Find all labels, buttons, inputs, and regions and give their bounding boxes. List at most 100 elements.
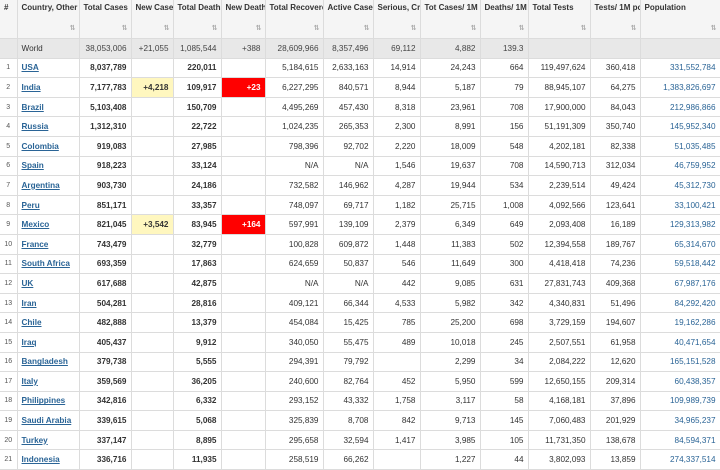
country-cell: Italy [17,371,80,392]
total-cases-cell: 5,103,408 [79,97,132,118]
country-link[interactable]: Philippines [22,396,66,405]
table-row: 1 USA 8,037,789 220,011 5,184,615 2,633,163 14… [0,58,720,79]
country-link[interactable]: Italy [22,377,38,386]
new-deaths-cell: +164 [221,214,266,235]
country-link[interactable]: Mexico [22,220,50,229]
population-cell: 51,035,485 [640,136,720,157]
total-deaths-cell: 6,332 [173,391,222,412]
header-deaths-per-1m[interactable]: Deaths/ 1M pop⇅ [480,0,529,39]
table-row: 16 Bangladesh 379,738 5,555 294,391 79,792 2,2… [0,352,720,373]
table-row: 17 Italy 359,569 36,205 240,600 82,764 452 5,95… [0,371,720,392]
new-cases-cell [131,273,174,294]
rank-cell: 17 [0,371,18,392]
header-new-cases[interactable]: New Cases⇅ [131,0,174,39]
total-cases-cell: 617,688 [79,273,132,294]
cases-per-1m-cell: 2,299 [420,352,481,373]
new-deaths-cell [221,312,266,333]
header-new-deaths[interactable]: New Deaths⇅ [221,0,266,39]
sort-icon[interactable]: ⇅ [164,23,170,34]
serious-cell: 4,533 [373,293,421,314]
population-cell: 1,383,826,697 [640,77,720,98]
rank-cell: 16 [0,352,18,373]
country-link[interactable]: Colombia [22,142,59,151]
country-link[interactable]: Iraq [22,338,37,347]
country-cell: Chile [17,312,80,333]
sort-icon[interactable]: ⇅ [70,23,76,34]
country-link[interactable]: South Africa [22,259,70,268]
total-deaths-cell: 150,709 [173,97,222,118]
tests-per-1m-cell: 82,338 [590,136,641,157]
total-tests-cell: 12,650,155 [528,371,591,392]
country-cell: Turkey [17,430,80,451]
country-link[interactable]: Brazil [22,103,44,112]
active-cases-cell: 82,764 [323,371,374,392]
deaths-per-1m-cell: 502 [480,234,529,255]
country-link[interactable]: Turkey [22,436,48,445]
header-total-recovered[interactable]: Total Recovered⇅ [265,0,324,39]
header-cases-per-1m[interactable]: Tot Cases/ 1M pop⇅ [420,0,481,39]
sort-icon[interactable]: ⇅ [256,23,262,34]
sort-icon[interactable]: ⇅ [411,23,417,34]
country-link[interactable]: USA [22,63,39,72]
country-link[interactable]: Argentina [22,181,60,190]
country-link[interactable]: UK [22,279,34,288]
total-tests-cell: 17,900,000 [528,97,591,118]
total-tests-cell: 14,590,713 [528,156,591,177]
deaths-per-1m-cell: 105 [480,430,529,451]
new-cases-cell: +21,055 [131,38,174,59]
sort-icon[interactable]: ⇅ [711,23,717,34]
sort-icon[interactable]: ⇅ [519,23,525,34]
population-cell: 65,314,670 [640,234,720,255]
country-link[interactable]: Peru [22,201,40,210]
total-recovered-cell: 4,495,269 [265,97,324,118]
table-row: 5 Colombia 919,083 27,985 798,396 92,702 2,220… [0,136,720,157]
new-cases-cell [131,254,174,275]
tests-per-1m-cell: 12,620 [590,352,641,373]
total-cases-cell: 504,281 [79,293,132,314]
deaths-per-1m-cell: 34 [480,352,529,373]
header-total-deaths[interactable]: Total Deaths ⇅ [173,0,222,39]
header-population[interactable]: Population ⇅ [640,0,720,39]
total-cases-cell: 379,738 [79,352,132,373]
country-link[interactable]: Spain [22,161,44,170]
new-cases-cell [131,312,174,333]
header-rank[interactable]: # [0,0,18,39]
country-cell: Mexico [17,214,80,235]
country-link[interactable]: Russia [22,122,49,131]
table-row: 4 Russia 1,312,310 22,722 1,024,235 265,353 2,… [0,116,720,137]
sort-icon[interactable]: ⇅ [471,23,477,34]
total-recovered-cell: 294,391 [265,352,324,373]
country-link[interactable]: France [22,240,49,249]
country-link[interactable]: India [22,83,41,92]
sort-icon[interactable]: ⇅ [212,23,218,34]
header-tests-per-1m[interactable]: Tests/ 1M pop⇅ [590,0,641,39]
tests-per-1m-cell: 409,368 [590,273,641,294]
total-tests-cell: 88,945,107 [528,77,591,98]
country-link[interactable]: Indonesia [22,455,60,464]
country-link[interactable]: Chile [22,318,42,327]
sort-icon[interactable]: ⇅ [631,23,637,34]
cases-per-1m-cell: 25,200 [420,312,481,333]
header-country[interactable]: Country, Other ⇅ [17,0,80,39]
serious-cell: 2,300 [373,116,421,137]
header-active-cases[interactable]: Active Cases ⇅ [323,0,374,39]
population-cell: 165,151,528 [640,352,720,373]
total-tests-cell: 27,831,743 [528,273,591,294]
cases-per-1m-cell: 18,009 [420,136,481,157]
sort-icon[interactable]: ⇅ [122,23,128,34]
total-tests-cell: 4,202,181 [528,136,591,157]
table-row: 9 Mexico 821,045 +3,542 83,945 +164 597,991 139… [0,214,720,235]
header-serious[interactable]: Serious, Critical⇅ [373,0,421,39]
new-cases-cell [131,430,174,451]
new-deaths-cell [221,254,266,275]
sort-icon[interactable]: ⇅ [364,23,370,34]
sort-icon[interactable]: ⇅ [581,23,587,34]
total-cases-cell: 1,312,310 [79,116,132,137]
sort-icon[interactable]: ⇅ [314,23,320,34]
country-link[interactable]: Saudi Arabia [22,416,72,425]
header-total-tests[interactable]: Total Tests ⇅ [528,0,591,39]
deaths-per-1m-cell: 300 [480,254,529,275]
country-link[interactable]: Bangladesh [22,357,68,366]
country-link[interactable]: Iran [22,299,37,308]
header-total-cases[interactable]: Total Cases ⇅ [79,0,132,39]
